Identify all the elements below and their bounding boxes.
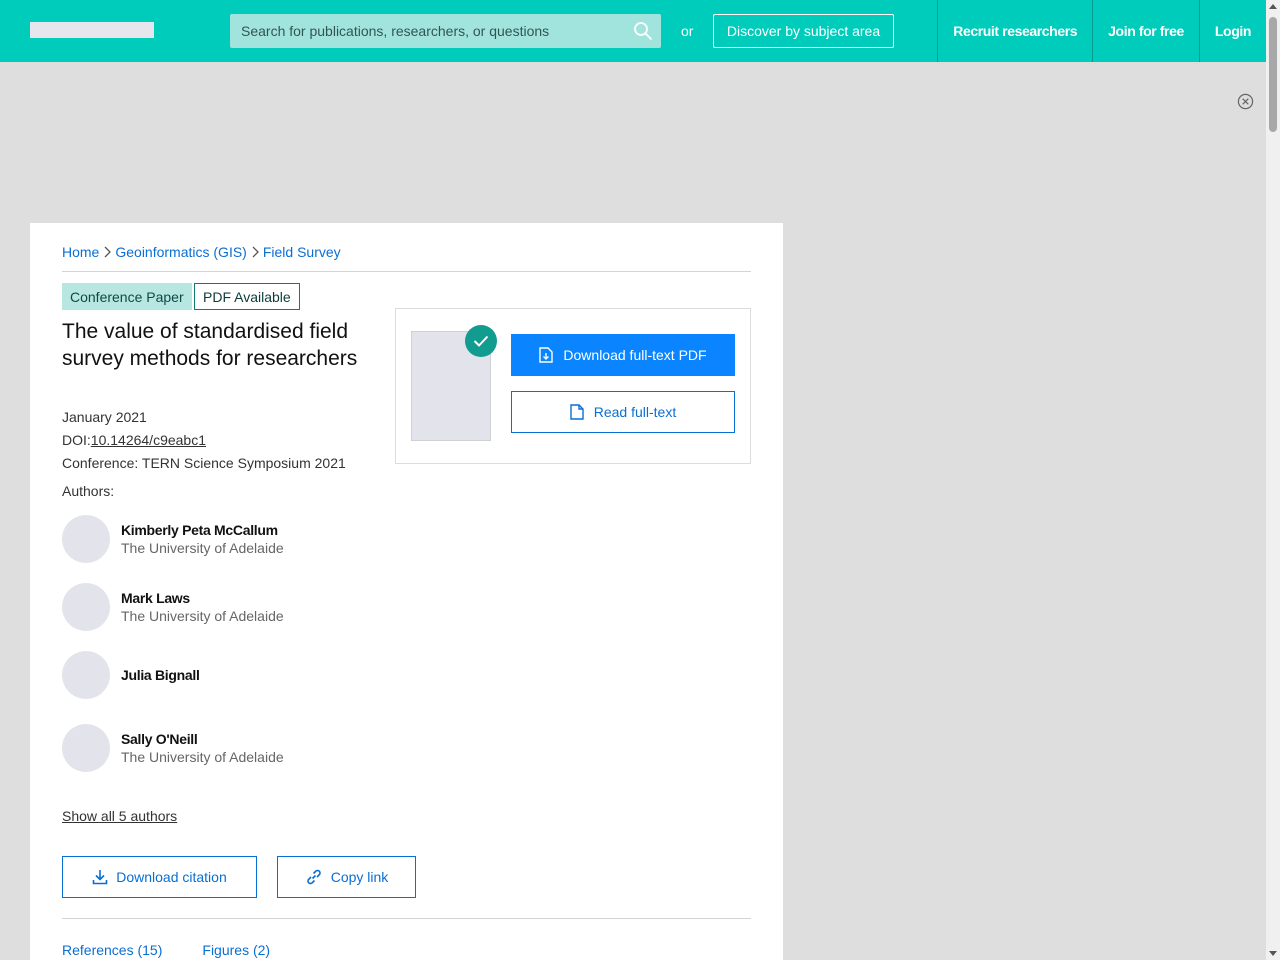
doi-link[interactable]: 10.14264/c9eabc1 xyxy=(91,432,206,448)
download-citation-label: Download citation xyxy=(116,869,227,885)
scroll-down-arrow-icon[interactable] xyxy=(1269,951,1277,956)
link-icon xyxy=(306,869,321,885)
author-item[interactable]: Mark Laws The University of Adelaide xyxy=(62,583,382,631)
download-icon xyxy=(92,870,108,885)
file-download-icon xyxy=(539,347,554,363)
author-name[interactable]: Sally O'Neill xyxy=(121,731,198,747)
author-affiliation: The University of Adelaide xyxy=(121,608,284,624)
show-all-authors-link[interactable]: Show all 5 authors xyxy=(62,808,177,824)
chevron-right-icon xyxy=(247,243,263,261)
doi: DOI:10.14264/c9eabc1 xyxy=(62,431,206,449)
breadcrumb-home[interactable]: Home xyxy=(62,243,99,261)
tab-figures[interactable]: Figures (2) xyxy=(202,942,270,958)
or-text: or xyxy=(681,23,694,39)
chevron-right-icon xyxy=(99,243,115,261)
fulltext-box: Download full-text PDF Read full-text xyxy=(395,308,751,464)
download-fulltext-pdf-button[interactable]: Download full-text PDF xyxy=(511,334,735,376)
search-bar[interactable] xyxy=(230,14,661,48)
file-icon xyxy=(570,404,584,420)
discover-subject-button[interactable]: Discover by subject area xyxy=(713,14,894,48)
join-for-free-link[interactable]: Join for free xyxy=(1092,0,1199,62)
copy-link-label: Copy link xyxy=(330,869,389,885)
avatar[interactable] xyxy=(62,583,110,631)
breadcrumb: Home Geoinformatics (GIS) Field Survey xyxy=(62,243,751,272)
avatar[interactable] xyxy=(62,515,110,563)
avatar[interactable] xyxy=(62,651,110,699)
search-icon[interactable] xyxy=(633,21,653,41)
author-name[interactable]: Mark Laws xyxy=(121,590,190,606)
read-fulltext-button[interactable]: Read full-text xyxy=(511,391,735,433)
author-item[interactable]: Kimberly Peta McCallum The University of… xyxy=(62,515,382,563)
conference-info: Conference: TERN Science Symposium 2021 xyxy=(62,455,346,471)
vertical-scrollbar[interactable] xyxy=(1266,0,1280,960)
author-item[interactable]: Sally O'Neill The University of Adelaide xyxy=(62,724,382,772)
scroll-up-arrow-icon[interactable] xyxy=(1269,4,1277,9)
authors-heading: Authors: xyxy=(62,483,115,499)
recruit-researchers-link[interactable]: Recruit researchers xyxy=(937,0,1092,62)
author-item[interactable]: Julia Bignall xyxy=(62,651,382,699)
download-citation-button[interactable]: Download citation xyxy=(62,856,257,898)
read-fulltext-label: Read full-text xyxy=(593,404,677,420)
publication-card: Home Geoinformatics (GIS) Field Survey C… xyxy=(30,223,783,960)
scroll-thumb[interactable] xyxy=(1269,17,1277,132)
content-tabs: References (15) Figures (2) xyxy=(62,942,270,958)
check-icon xyxy=(465,325,497,357)
page-title: The value of standardised field survey m… xyxy=(62,320,358,370)
login-link[interactable]: Login xyxy=(1198,0,1266,62)
author-name[interactable]: Kimberly Peta McCallum xyxy=(121,522,278,538)
doi-label: DOI: xyxy=(62,432,91,448)
publication-date: January 2021 xyxy=(62,409,147,425)
pdf-available-badge: PDF Available xyxy=(194,283,300,310)
author-name[interactable]: Julia Bignall xyxy=(121,667,200,683)
close-circle-icon[interactable] xyxy=(1237,93,1254,110)
avatar[interactable] xyxy=(62,724,110,772)
author-affiliation: The University of Adelaide xyxy=(121,540,284,556)
logo[interactable] xyxy=(30,22,154,38)
top-navbar: or Discover by subject area Recruit rese… xyxy=(0,0,1266,62)
copy-link-button[interactable]: Copy link xyxy=(277,856,416,898)
nav-links: Recruit researchers Join for free Login xyxy=(937,0,1266,62)
author-affiliation: The University of Adelaide xyxy=(121,749,284,765)
divider xyxy=(62,918,751,919)
tab-references[interactable]: References (15) xyxy=(62,942,162,958)
download-pdf-label: Download full-text PDF xyxy=(563,347,707,363)
conference-paper-badge: Conference Paper xyxy=(62,283,192,310)
search-input[interactable] xyxy=(241,23,621,39)
breadcrumb-geoinformatics[interactable]: Geoinformatics (GIS) xyxy=(115,243,246,261)
breadcrumb-field-survey[interactable]: Field Survey xyxy=(263,243,341,261)
